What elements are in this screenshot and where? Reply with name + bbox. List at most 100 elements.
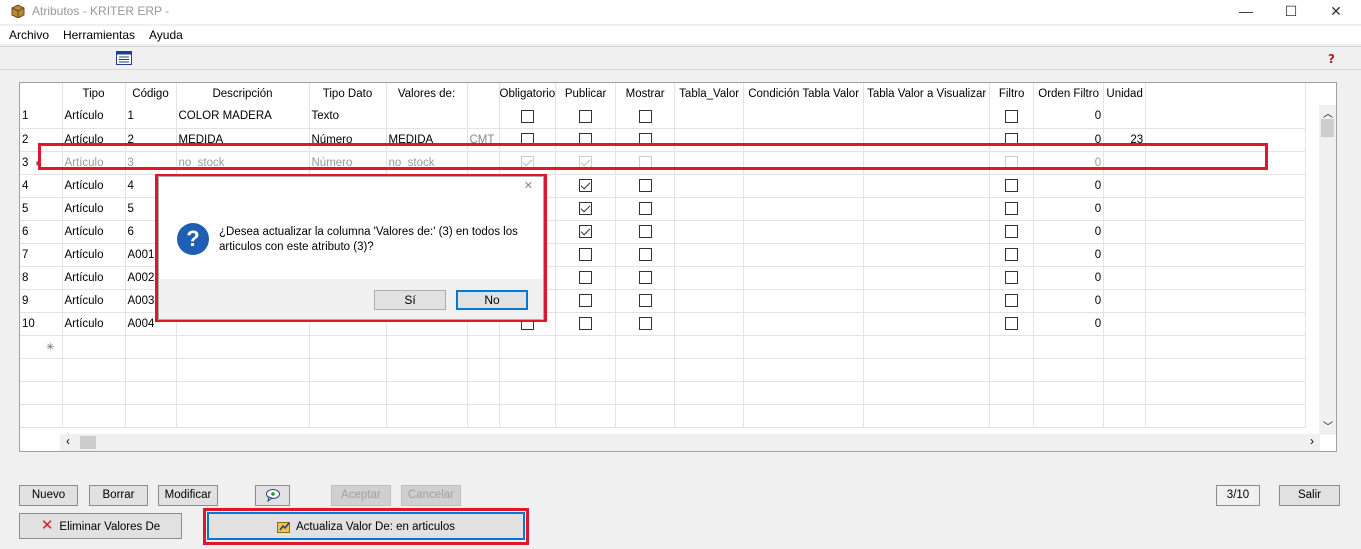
empty-row[interactable] [20,404,1307,428]
row-header[interactable]: 9 [20,289,63,313]
cell-tabla-valor[interactable] [674,220,745,244]
cell-tipo[interactable]: Artículo [62,243,126,267]
horizontal-scrollbar[interactable]: ‹ › [60,434,1320,451]
col-header-valores-de[interactable]: Valores de: [386,83,468,105]
scroll-down-icon[interactable]: ﹀ [1323,418,1333,433]
mostrar-checkbox[interactable] [638,271,652,284]
cell-tabla-valor-visualizar[interactable] [863,312,991,336]
filtro-checkbox[interactable] [1005,109,1019,123]
empty-cell[interactable] [615,381,676,405]
cell-codigo[interactable]: 1 [125,105,177,129]
cell-condicion-tabla-valor[interactable] [743,220,865,244]
cell-tabla-valor[interactable] [674,197,745,221]
filtro-checkbox[interactable] [1005,248,1019,261]
row-header[interactable] [20,358,63,382]
empty-cell[interactable] [615,404,676,428]
cell-tabla-valor-visualizar[interactable] [863,243,991,267]
cell-tabla-valor[interactable] [674,174,745,198]
grid-view-icon[interactable] [116,51,132,65]
cell-unidad[interactable] [1103,105,1147,129]
col-header-mostrar[interactable]: Mostrar [615,83,676,105]
empty-row[interactable] [20,358,1307,382]
filtro-checkbox[interactable] [1005,317,1019,330]
cell-orden-filtro[interactable]: 0 [1033,243,1105,267]
cell-condicion-tabla-valor[interactable] [743,174,865,198]
scroll-right-icon[interactable]: › [1310,434,1314,448]
mostrar-checkbox[interactable] [638,294,652,307]
close-window-button[interactable]: ✕ [1313,0,1359,24]
empty-cell[interactable] [674,381,745,405]
cell-unidad[interactable] [1103,243,1147,267]
mostrar-checkbox[interactable] [638,202,652,215]
col-header-filtro[interactable]: Filtro [989,83,1035,105]
cell-tabla-valor[interactable] [674,243,745,267]
cell-unidad[interactable] [1103,266,1147,290]
dialog-no-button[interactable]: No [456,290,528,310]
cell-tipo[interactable]: Artículo [62,266,126,290]
empty-cell[interactable] [386,404,468,428]
empty-cell[interactable] [467,335,500,359]
empty-row[interactable]: ✳ [20,335,1307,359]
row-header[interactable]: 8 [20,266,63,290]
empty-cell[interactable] [743,381,865,405]
actualiza-valor-button[interactable]: Actualiza Valor De: en articulos [207,512,525,540]
cell-tabla-valor[interactable] [674,312,745,336]
cell-filler[interactable] [1145,220,1307,244]
col-header-orden-filtro[interactable]: Orden Filtro [1033,83,1105,105]
empty-cell[interactable] [176,358,310,382]
row-header[interactable]: 5 [20,197,63,221]
empty-cell[interactable] [555,335,617,359]
cell-tipo-dato[interactable]: Texto [309,105,387,129]
row-header[interactable]: 7 [20,243,63,267]
vertical-scroll-thumb[interactable] [1321,119,1334,137]
empty-cell[interactable] [1145,358,1307,382]
minimize-button[interactable]: — [1223,0,1269,24]
cell-unidad[interactable] [1103,220,1147,244]
empty-cell[interactable] [62,381,126,405]
col-header-unit-code[interactable] [467,83,500,105]
filtro-checkbox[interactable] [1005,271,1019,284]
empty-cell[interactable] [309,404,387,428]
mostrar-checkbox[interactable] [638,109,652,123]
cell-orden-filtro[interactable]: 0 [1033,312,1105,336]
cell-unidad[interactable] [1103,312,1147,336]
empty-cell[interactable] [1033,335,1105,359]
cell-tabla-valor[interactable] [674,266,745,290]
empty-cell[interactable] [386,381,468,405]
cell-tabla-valor-visualizar[interactable] [863,105,991,129]
obligatorio-checkbox[interactable] [520,109,534,123]
cell-condicion-tabla-valor[interactable] [743,197,865,221]
mostrar-checkbox[interactable] [638,248,652,261]
publicar-checkbox[interactable] [579,179,593,192]
empty-cell[interactable] [989,335,1035,359]
col-header-obligatorio[interactable]: Obligatorio [499,83,557,105]
row-header[interactable]: 4 [20,174,63,198]
comment-button[interactable] [255,485,290,506]
vertical-scrollbar[interactable]: ︿ ﹀ [1319,105,1336,435]
empty-cell[interactable] [863,335,991,359]
row-header[interactable] [20,381,63,405]
filtro-checkbox[interactable] [1005,294,1019,307]
empty-cell[interactable] [989,358,1035,382]
empty-cell[interactable] [674,404,745,428]
cell-filler[interactable] [1145,105,1307,129]
cell-orden-filtro[interactable]: 0 [1033,266,1105,290]
row-header[interactable]: ✳ [20,335,63,359]
publicar-checkbox[interactable] [579,317,593,330]
empty-cell[interactable] [1103,358,1147,382]
empty-cell[interactable] [863,381,991,405]
empty-cell[interactable] [62,404,126,428]
col-header-descripcion[interactable]: Descripción [176,83,310,105]
row-header[interactable]: 1 [20,105,63,129]
salir-button[interactable]: Salir [1279,485,1340,506]
horizontal-scroll-thumb[interactable] [80,436,96,449]
aceptar-button[interactable]: Aceptar [331,485,391,506]
empty-cell[interactable] [555,358,617,382]
empty-cell[interactable] [1103,381,1147,405]
cell-condicion-tabla-valor[interactable] [743,289,865,313]
modificar-button[interactable]: Modificar [158,485,218,506]
publicar-checkbox[interactable] [579,109,593,123]
empty-cell[interactable] [176,404,310,428]
cell-tabla-valor-visualizar[interactable] [863,220,991,244]
empty-cell[interactable] [615,358,676,382]
